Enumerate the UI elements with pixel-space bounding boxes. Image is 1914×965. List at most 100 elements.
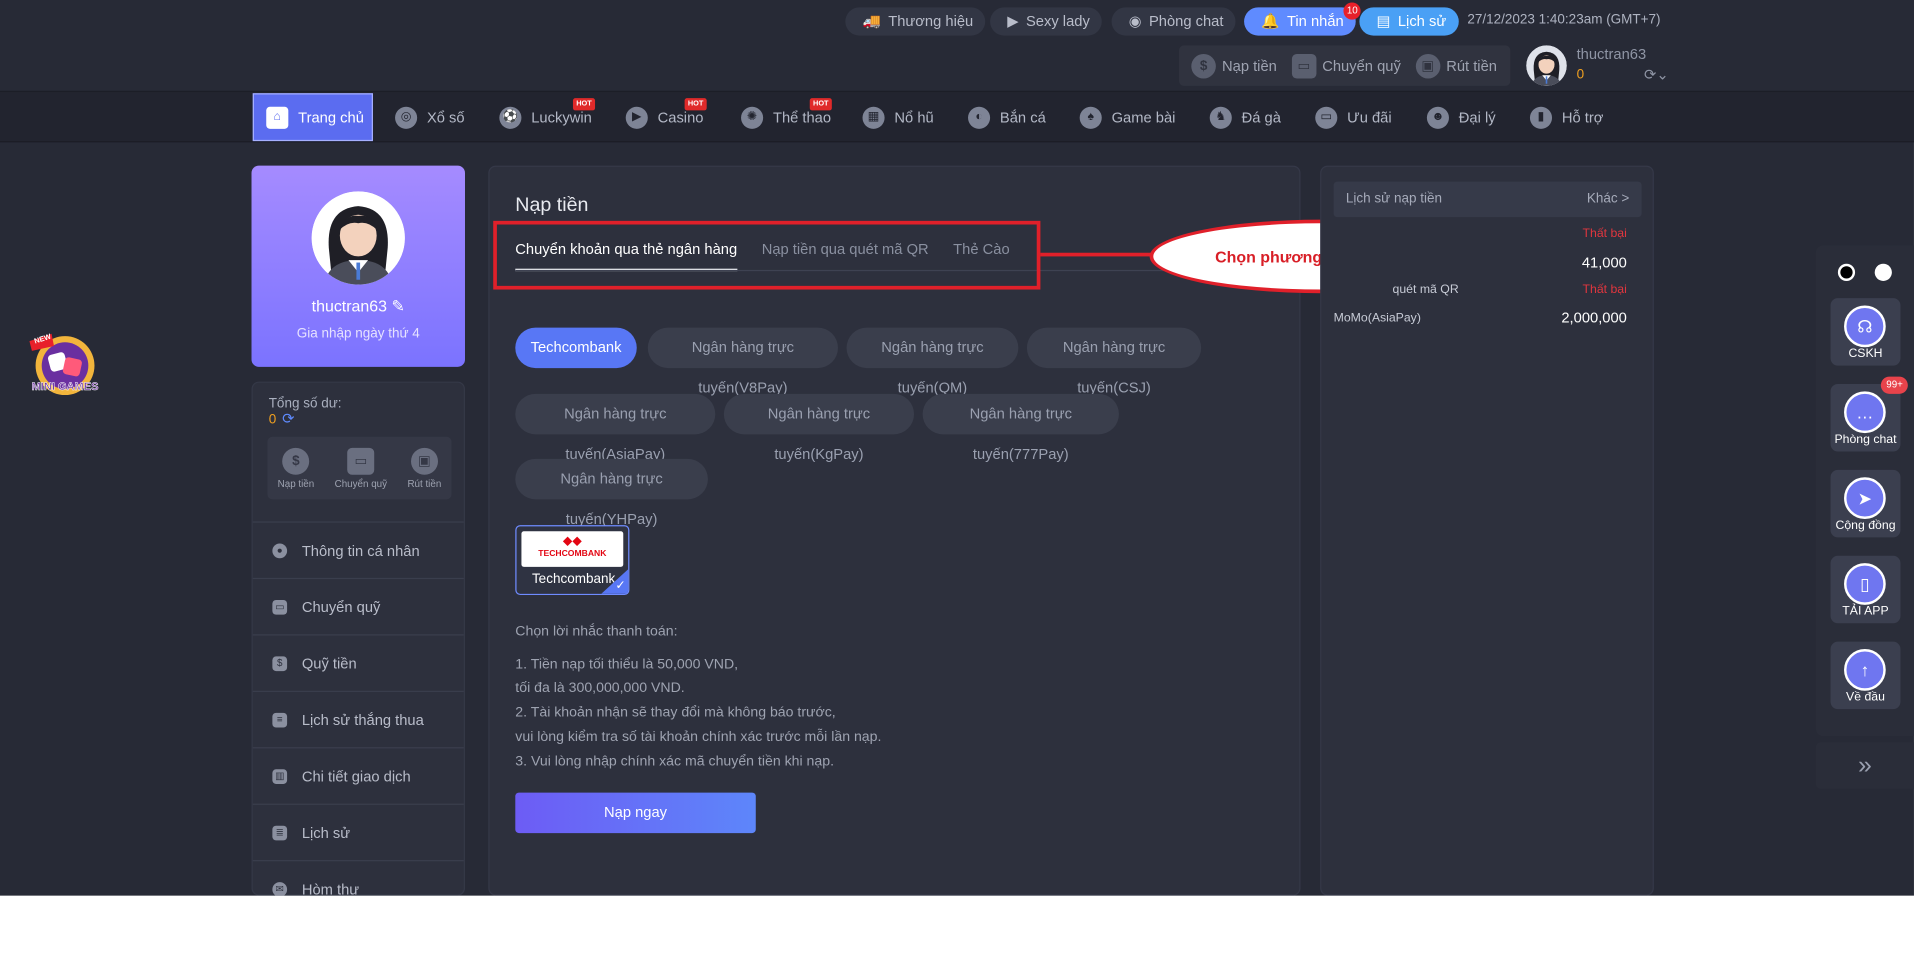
nav-support[interactable]: ▮ Hỗ trợ [1529,92,1603,142]
back-to-top-button[interactable]: ↑ Về đầu [1830,641,1901,710]
sidebar-item-transactions[interactable]: ▥ Chi tiết giao dịch [252,747,464,803]
note-line: 3. Vui lòng nhập chính xác mã chuyển tiề… [515,753,835,769]
bank-option-qm[interactable]: Ngân hàng trực tuyến(QM) [846,327,1019,396]
nav-slots[interactable]: ▦ Nổ hũ [862,92,934,142]
sidebar-transfer-label: Chuyển quỹ [334,477,388,489]
nav-luckywin-label: Luckywin [531,108,592,126]
sidebar-item-transfer[interactable]: ▭ Chuyển quỹ [252,577,464,634]
wallet-actions: $ Nạp tiền ▭ Chuyển quỹ ▣ Rút tiền [1179,45,1511,86]
nav-sports[interactable]: ✺ Thể thao HOT [741,92,832,142]
support-label: CSKH [1848,347,1883,361]
sidebar-withdraw-button[interactable]: ▣ Rút tiền [407,447,441,489]
mini-games-button[interactable]: NEW MINI GAMES [22,331,108,400]
bank-option-yhpay[interactable]: Ngân hàng trực tuyến(YHPay) [515,458,708,528]
nav-cockfight[interactable]: ♞ Đá gà [1209,92,1281,142]
nav-luckywin[interactable]: ⚽ Luckywin HOT [499,92,596,142]
profile-avatar[interactable] [311,191,405,285]
bell-icon: 🔔 [1261,12,1280,30]
nav-card-games[interactable]: ♠ Game bài [1079,92,1175,142]
history-title: Lịch sử nạp tiền [1345,191,1442,207]
bank-option-asiapay[interactable]: Ngân hàng trực tuyến(AsiaPay) [515,393,716,463]
community-button[interactable]: ➤ Cộng đồng [1830,469,1901,538]
rooster-icon: ♞ [1209,106,1232,129]
fish-icon: ◐ [968,106,991,129]
avatar[interactable] [1526,45,1567,86]
nav-lottery[interactable]: ◎ Xổ số [395,92,465,142]
deposit-now-button[interactable]: Nạp ngay [515,792,756,834]
history-method: MoMo(AsiaPay) [1333,311,1421,326]
sidebar-item-label: Chi tiết giao dịch [301,767,411,785]
history-header: Lịch sử nạp tiền Khác > [1333,181,1642,218]
sidebar-item-label: Lịch sử thắng thua [301,710,424,729]
refresh-dropdown-icon[interactable]: ⟳⌄ [1644,66,1669,83]
sidebar-item-mailbox[interactable]: ✉ Hòm thư [252,860,464,896]
history-more-link[interactable]: Khác > [1587,182,1629,218]
bank-option-v8pay[interactable]: Ngân hàng trực tuyến(V8Pay) [647,327,838,396]
nav-fishing[interactable]: ◐ Bắn cá [968,92,1046,142]
edit-icon[interactable]: ✎ [391,297,404,315]
collapse-dock-icon[interactable]: » [1815,742,1914,789]
sidebar-withdraw-label: Rút tiền [407,477,442,489]
history-status: Thất bại [1582,283,1627,297]
download-app-button[interactable]: ▯ TẢI APP [1830,555,1901,624]
dark-theme-dot[interactable] [1837,263,1856,281]
nav-agent-label: Đại lý [1458,108,1496,126]
techcombank-logo: ◆◆ TECHCOMBANK [521,531,624,567]
sexy-lady-label: Sexy lady [1025,12,1090,30]
sidebar-item-label: Chuyển quỹ [301,598,381,616]
sidebar-wallet-actions: $ Nạp tiền ▭ Chuyển quỹ ▣ Rút tiền [267,436,452,500]
sidebar-deposit-button[interactable]: $ Nạp tiền [278,447,314,489]
download-app-label: TẢI APP [1842,604,1889,619]
note-line: vui lòng kiểm tra số tài khoản chính xác… [515,729,882,745]
sidebar-item-history[interactable]: ≣ Lịch sử [252,803,464,860]
sidebar-item-fund[interactable]: $ Quỹ tiền [252,634,464,690]
sidebar-item-win-loss[interactable]: ≡ Lịch sử thắng thua [252,690,464,747]
messages-label: Tin nhắn [1286,12,1344,30]
withdraw-icon: ▣ [410,447,438,475]
deposit-history-panel: Lịch sử nạp tiền Khác > Thất bại 41,000 … [1320,165,1654,896]
total-balance-value: 0 [268,412,277,427]
selected-bank-card[interactable]: ◆◆ TECHCOMBANK Techcombank ✓ [515,525,630,596]
transactions-icon: ▥ [272,768,288,784]
chat-room-button[interactable]: … Phòng chat 99+ [1830,376,1908,452]
brand-pill[interactable]: 🚚 Thương hiệu [845,7,986,36]
withdraw-button[interactable]: ▣ Rút tiền [1415,53,1497,78]
chat-room-pill[interactable]: ◉ Phòng chat [1111,7,1236,36]
nav-home[interactable]: ⌂ Trang chủ [252,93,373,142]
bank-option-csj[interactable]: Ngân hàng trực tuyến(CSJ) [1026,327,1202,396]
sports-icon: ✺ [741,106,764,129]
history-amount: 2,000,000 [1561,309,1627,327]
nav-casino[interactable]: ▶ Casino HOT [625,92,707,142]
history-pill[interactable]: ▤ Lịch sử [1359,7,1459,36]
wallet-icon: ▭ [347,447,375,475]
transfer-button[interactable]: ▭ Chuyển quỹ [1291,53,1401,78]
refresh-icon[interactable]: ⟳ [282,410,294,427]
deposit-icon: $ [282,447,310,475]
sexy-lady-pill[interactable]: ▶ Sexy lady [990,7,1103,36]
annotation-connector [1040,252,1154,257]
page-title: Nạp tiền [515,195,589,216]
sidebar-item-label: Quỹ tiền [301,654,357,672]
sidebar-transfer-button[interactable]: ▭ Chuyển quỹ [335,447,387,489]
hot-badge: HOT [809,98,832,111]
coins-icon: ≣ [272,825,288,840]
bank-option-kgpay[interactable]: Ngân hàng trực tuyến(KgPay) [723,393,915,463]
profile-username-row: thuctran63 ✎ [252,297,465,317]
nav-promotions[interactable]: ▭ Ưu đãi [1315,92,1392,142]
top-bar: 🚚 Thương hiệu ▶ Sexy lady ◉ Phòng chat 🔔… [0,0,1914,93]
withdraw-icon: ▣ [1415,53,1441,78]
light-theme-dot[interactable] [1874,263,1892,281]
arrow-up-icon: ↑ [1844,649,1886,691]
note-line: 1. Tiền nạp tối thiểu là 50,000 VND, [515,657,739,672]
nav-agent[interactable]: ☻ Đại lý [1426,92,1496,142]
sidebar-item-personal-info[interactable]: ● Thông tin cá nhân [252,521,464,577]
deposit-button[interactable]: $ Nạp tiền [1191,53,1277,78]
bank-option-777pay[interactable]: Ngân hàng trực tuyến(777Pay) [922,393,1119,463]
history-icon: ▤ [1376,12,1391,30]
support-button[interactable]: ☊ CSKH [1830,298,1901,366]
mailbox-icon: ✉ [272,881,288,896]
gift-icon: ▭ [1315,106,1338,129]
bank-option-techcombank[interactable]: Techcombank [515,327,637,369]
history-label: Lịch sử [1397,12,1447,30]
messages-pill[interactable]: 🔔 Tin nhắn 10 [1244,2,1361,36]
